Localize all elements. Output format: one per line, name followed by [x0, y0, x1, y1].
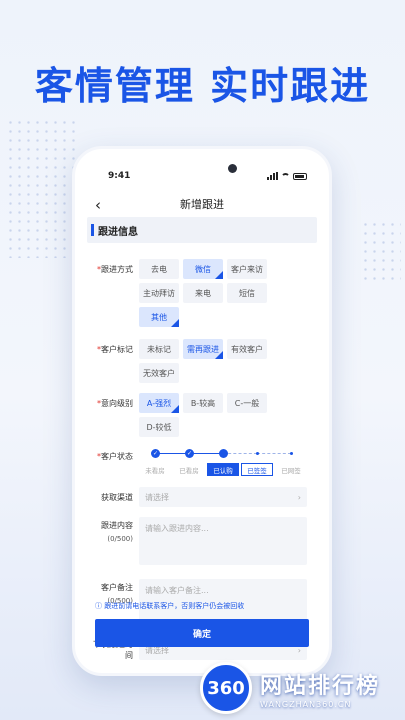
follow-method-option[interactable]: 主动拜访 [139, 283, 179, 303]
signal-icon [267, 172, 278, 180]
promo-title: 客情管理 实时跟进 [34, 64, 371, 108]
step-connector [155, 453, 189, 454]
intent-level-option[interactable]: D-较低 [139, 417, 179, 437]
customer-status-label: *客户状态 [97, 452, 133, 461]
customer-tag-row: *客户标记 未标记 需再跟进 有效客户无效客户 [87, 339, 317, 383]
customer-tag-option[interactable]: 未标记 [139, 339, 179, 359]
chevron-right-icon: › [297, 492, 301, 502]
status-step[interactable]: 已看房 [173, 463, 205, 476]
check-icon: ✓ [151, 449, 160, 458]
page-title: 新增跟进 [180, 198, 224, 211]
customer-status-steps: ✓ 未看房 ✓ 已看房 已认购 已签签 已网签 [139, 449, 307, 479]
section-title: 跟进信息 [98, 226, 138, 238]
check-icon [219, 449, 228, 458]
content-textarea[interactable]: 请输入跟进内容... [139, 517, 307, 565]
customer-tag-option[interactable]: 无效客户 [139, 363, 179, 383]
decorative-dots [6, 118, 76, 258]
step-dot [290, 452, 293, 455]
intent-level-label: *意向级别 [97, 399, 133, 408]
brand-watermark: 360 网站排行榜 WANGZHAN360.CN [200, 662, 380, 714]
follow-method-option[interactable]: 微信 [183, 259, 223, 279]
step-dot [256, 452, 259, 455]
battery-icon [293, 172, 307, 180]
intent-level-option[interactable]: C-一般 [227, 393, 267, 413]
intent-level-row: *意向级别 A-强烈 B-较高 C-一般 D-较低 [87, 393, 317, 437]
status-icons [267, 172, 307, 180]
brand-logo: 360 [200, 662, 252, 714]
content-counter: (0/500) [107, 535, 133, 543]
follow-method-row: *跟进方式 去电 微信 客户来访主动拜访 来电 短信其他 [87, 259, 317, 327]
decorative-dots [361, 220, 401, 280]
channel-placeholder: 请选择 [145, 492, 169, 502]
status-bar: 9:41 [93, 171, 311, 185]
intent-level-option[interactable]: A-强烈 [139, 393, 179, 413]
hint-text: ⓘ 跟进前请电话联系客户，否则客户仍会被回收 [95, 602, 245, 610]
form: 跟进信息 *跟进方式 去电 微信 客户来访主动拜访 来电 短信其他 *客户标记 未标记需… [87, 217, 317, 661]
follow-method-option[interactable]: 其他 [139, 307, 179, 327]
follow-method-option[interactable]: 去电 [139, 259, 179, 279]
section-bar [91, 224, 94, 236]
confirm-button[interactable]: 确定 [95, 619, 309, 647]
channel-select[interactable]: 请选择 › [139, 487, 307, 507]
nav-bar: ‹ 新增跟进 [75, 193, 329, 217]
customer-tag-option[interactable]: 需再跟进 [183, 339, 223, 359]
follow-method-option[interactable]: 来电 [183, 283, 223, 303]
step-connector [223, 453, 257, 454]
follow-method-option[interactable]: 客户来访 [227, 259, 267, 279]
brand-url: WANGZHAN360.CN [260, 699, 352, 709]
content-label: 跟进内容 (0/500) [87, 517, 139, 565]
status-step[interactable]: 已网签 [275, 463, 307, 476]
intent-level-options: A-强烈 B-较高 C-一般 D-较低 [139, 393, 307, 437]
status-step[interactable]: 已签签 [241, 463, 273, 476]
status-step[interactable]: 已认购 [207, 463, 239, 476]
status-time: 9:41 [108, 171, 131, 181]
chevron-left-icon[interactable]: ‹ [95, 196, 101, 214]
customer-tag-option[interactable]: 有效客户 [227, 339, 267, 359]
step-connector [257, 453, 291, 454]
brand-name: 网站排行榜 [260, 673, 381, 699]
step-connector [189, 453, 223, 454]
check-icon: ✓ [185, 449, 194, 458]
follow-method-options: 去电 微信 客户来访主动拜访 来电 短信其他 [139, 259, 307, 327]
phone-frame: 9:41 ‹ 新增跟进 跟进信息 *跟进方式 去电 微信 客户来访主动拜访 来电 短信其… [72, 146, 332, 676]
customer-tag-label: *客户标记 [97, 345, 133, 354]
customer-tag-options: 未标记 需再跟进 有效客户无效客户 [139, 339, 307, 383]
follow-method-label: *跟进方式 [97, 265, 133, 274]
follow-method-option[interactable]: 短信 [227, 283, 267, 303]
channel-label: 获取渠道 [101, 492, 133, 502]
intent-level-option[interactable]: B-较高 [183, 393, 223, 413]
channel-row: 获取渠道 请选择 › [87, 487, 317, 507]
status-step[interactable]: 未看房 [139, 463, 171, 476]
wifi-icon [281, 172, 290, 180]
content-row: 跟进内容 (0/500) 请输入跟进内容... [87, 517, 317, 565]
section-header: 跟进信息 [87, 217, 317, 243]
customer-status-row: *客户状态 ✓ 未看房 ✓ 已看房 已认购 已签签 已网签 [87, 449, 317, 479]
